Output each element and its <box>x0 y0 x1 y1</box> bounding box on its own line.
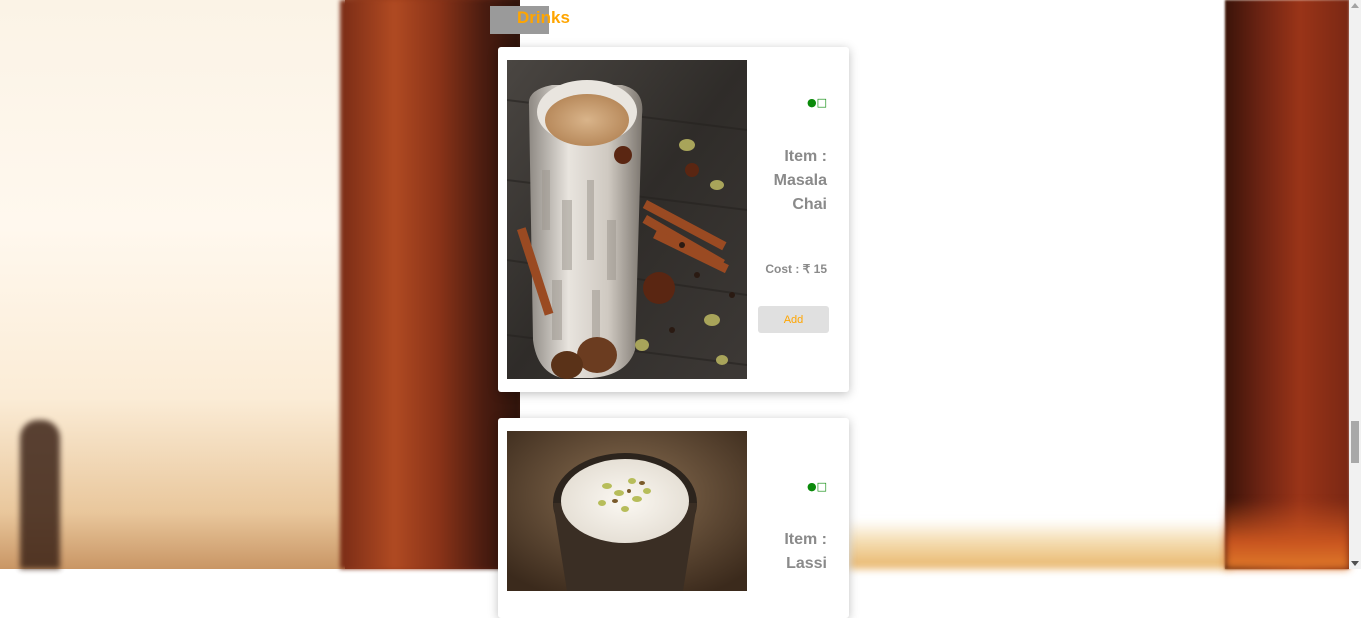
masala-chai-image <box>507 60 747 379</box>
item-cost: Cost : ₹ 15 <box>765 262 827 276</box>
menu-item-card: ●□ Item : Masala Chai Cost : ₹ 15 Add <box>498 47 849 392</box>
item-name-line: Lassi <box>786 555 827 572</box>
menu-item-card: ●□ Item : Lassi <box>498 418 849 618</box>
page-scrollbar[interactable] <box>1349 0 1361 569</box>
background-curtain-right <box>1225 0 1349 569</box>
background-curtain-left <box>340 0 520 569</box>
scrollbar-thumb[interactable] <box>1351 421 1359 463</box>
background-curtain-right-glow <box>1225 500 1349 569</box>
lassi-image <box>507 431 747 591</box>
scroll-up-arrow-icon[interactable] <box>1351 3 1359 8</box>
veg-indicator-icon: ●□ <box>807 96 827 109</box>
item-name-label: Item : <box>784 531 827 548</box>
scroll-down-arrow-icon[interactable] <box>1351 561 1359 566</box>
item-name-label: Item : <box>784 148 827 165</box>
background-window-left <box>0 0 345 569</box>
veg-indicator-icon: ●□ <box>807 480 827 493</box>
item-name: Item : Masala Chai <box>737 145 827 217</box>
add-to-cart-button[interactable]: Add <box>758 306 829 333</box>
item-name-line: Chai <box>792 196 827 213</box>
background-sunset-glow <box>850 520 1230 569</box>
section-title: Drinks <box>517 8 570 27</box>
item-name-line: Masala <box>773 172 827 189</box>
